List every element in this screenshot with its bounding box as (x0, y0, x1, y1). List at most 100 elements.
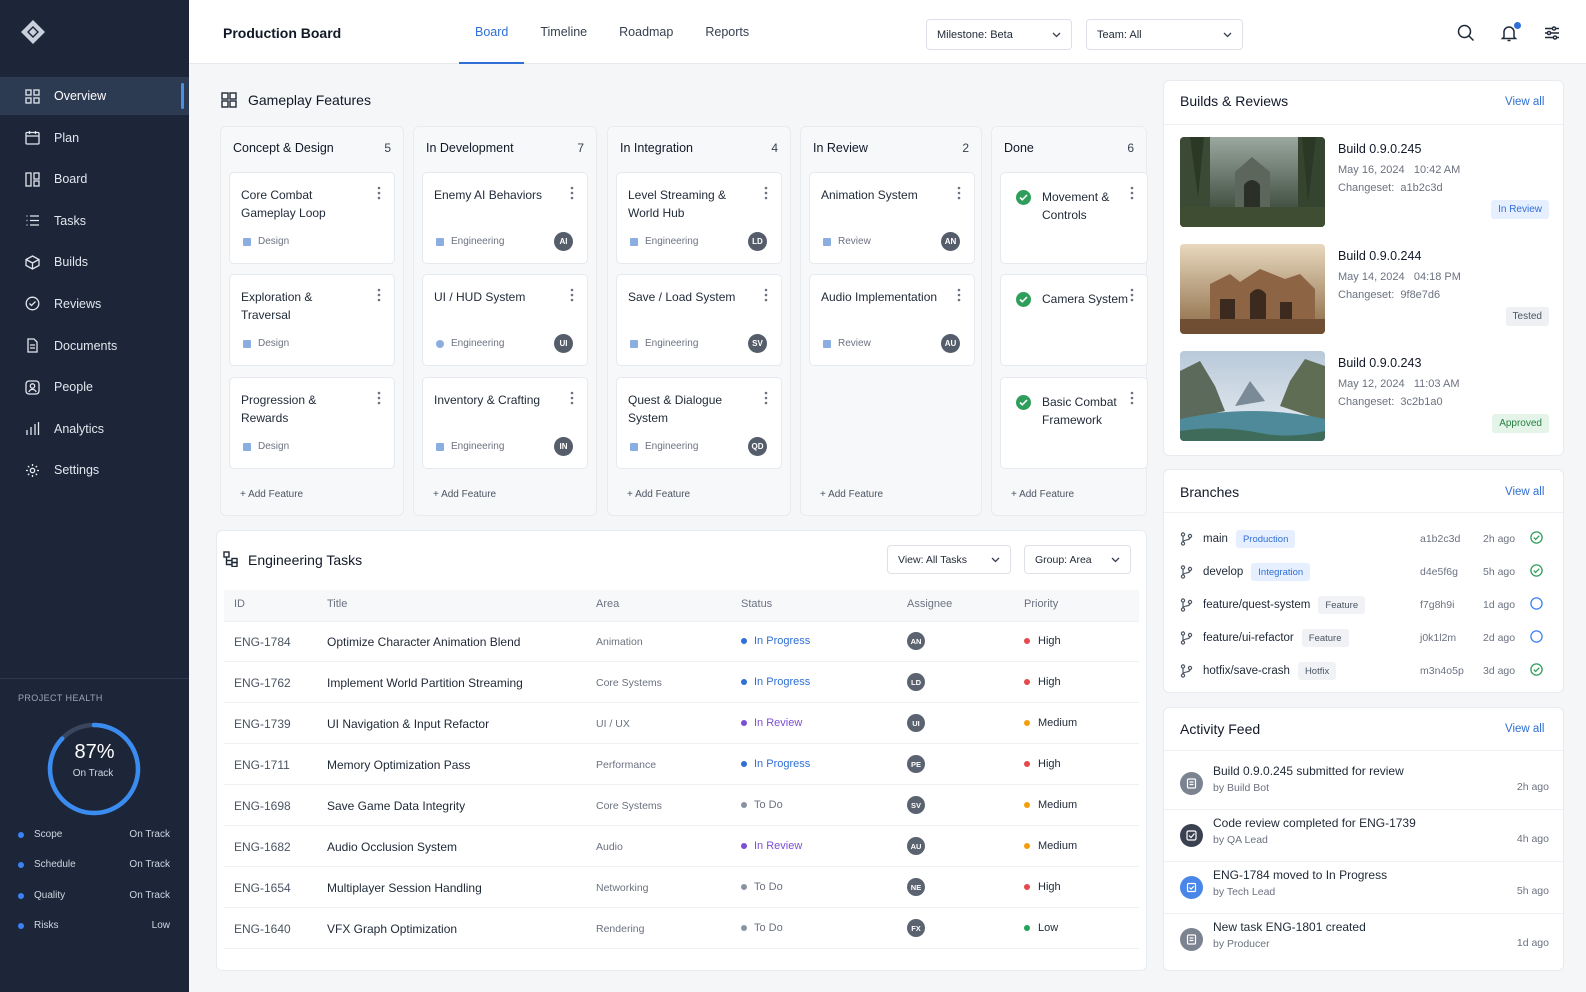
avatar[interactable]: IN (554, 437, 573, 456)
feature-card[interactable]: Core Combat Gameplay Loop Design (229, 172, 395, 264)
build-item[interactable]: Build 0.9.0.245 May 16, 2024 10:42 AM Ch… (1180, 137, 1549, 227)
more-vertical-icon[interactable] (957, 288, 961, 302)
more-vertical-icon[interactable] (957, 186, 961, 200)
add-feature-button[interactable]: + Add Feature (820, 489, 883, 500)
more-vertical-icon[interactable] (377, 186, 381, 200)
column-header[interactable]: Priority (1024, 598, 1058, 610)
feature-card[interactable]: Exploration & Traversal Design (229, 274, 395, 366)
avatar[interactable]: UI (554, 334, 573, 353)
feature-card[interactable]: Animation System Review AN (809, 172, 975, 264)
table-row[interactable]: ENG-1682 Audio Occlusion System Audio In Re… (224, 827, 1139, 867)
builds-view-all-link[interactable]: View all (1505, 96, 1544, 108)
feature-card[interactable]: Basic Combat Framework (1000, 377, 1148, 469)
table-row[interactable]: ENG-1784 Optimize Character Animation Ble… (224, 622, 1139, 662)
branch-item[interactable]: main Production a1b2c3d 2h ago (1180, 529, 1546, 549)
feature-card[interactable]: Enemy AI Behaviors Engineering AI (422, 172, 588, 264)
activity-item[interactable]: Build 0.9.0.245 submitted for review by B… (1180, 764, 1549, 810)
branch-item[interactable]: develop Integration d4e5f6g 5h ago (1180, 562, 1546, 582)
branch-item[interactable]: hotfix/save-crash Hotfix m3n4o5p 3d ago (1180, 661, 1546, 681)
tab-timeline[interactable]: Timeline (524, 0, 603, 64)
team-select[interactable]: Team: All (1086, 19, 1243, 50)
avatar[interactable]: LD (907, 673, 925, 691)
tab-board[interactable]: Board (459, 0, 525, 64)
add-feature-button[interactable]: + Add Feature (240, 489, 303, 500)
more-vertical-icon[interactable] (377, 391, 381, 405)
avatar[interactable]: AI (554, 232, 573, 251)
column-header[interactable]: Title (327, 598, 347, 610)
table-row[interactable]: ENG-1762 Implement World Partition Stream… (224, 663, 1139, 703)
feature-card[interactable]: UI / HUD System Engineering UI (422, 274, 588, 366)
sidebar-item-plan[interactable]: Plan (0, 119, 189, 157)
avatar[interactable]: SV (748, 334, 767, 353)
avatar[interactable]: AN (941, 232, 960, 251)
search-icon[interactable] (1457, 24, 1475, 42)
branch-item[interactable]: feature/ui-refactor Feature j0k1l2m 2d ago (1180, 628, 1546, 648)
sidebar-item-people[interactable]: People (0, 368, 189, 406)
avatar[interactable]: LD (748, 232, 767, 251)
view-select[interactable]: View: All Tasks (887, 545, 1011, 574)
table-row[interactable]: ENG-1640 VFX Graph Optimization Rendering T… (224, 909, 1139, 949)
sidebar-item-reviews[interactable]: Reviews (0, 285, 189, 323)
sidebar-item-overview[interactable]: Overview (0, 77, 189, 115)
tab-roadmap[interactable]: Roadmap (603, 0, 689, 64)
feature-card[interactable]: Progression & Rewards Design (229, 377, 395, 469)
sidebar-item-builds[interactable]: Builds (0, 243, 189, 281)
activity-item[interactable]: Code review completed for ENG-1739 by QA … (1180, 816, 1549, 862)
more-vertical-icon[interactable] (377, 288, 381, 302)
more-vertical-icon[interactable] (1130, 186, 1134, 200)
more-vertical-icon[interactable] (1130, 288, 1134, 302)
feature-card[interactable]: Level Streaming & World Hub Engineering … (616, 172, 782, 264)
avatar[interactable]: AU (907, 837, 925, 855)
more-vertical-icon[interactable] (1130, 391, 1134, 405)
add-feature-button[interactable]: + Add Feature (627, 489, 690, 500)
feature-card[interactable]: Save / Load System Engineering SV (616, 274, 782, 366)
activity-view-all-link[interactable]: View all (1505, 723, 1544, 735)
avatar[interactable]: NE (907, 878, 925, 896)
board-icon (221, 92, 237, 108)
sidebar-item-tasks[interactable]: Tasks (0, 202, 189, 240)
more-vertical-icon[interactable] (764, 186, 768, 200)
table-row[interactable]: ENG-1739 UI Navigation & Input Refactor UI… (224, 704, 1139, 744)
column-header[interactable]: Area (596, 598, 619, 610)
table-row[interactable]: ENG-1698 Save Game Data Integrity Core Sys… (224, 786, 1139, 826)
sidebar-item-settings[interactable]: Settings (0, 451, 189, 489)
column-header[interactable]: ID (234, 598, 245, 610)
feature-card[interactable]: Movement & Controls (1000, 172, 1148, 264)
feature-card[interactable]: Audio Implementation Review AU (809, 274, 975, 366)
sidebar-item-board[interactable]: Board (0, 160, 189, 198)
more-vertical-icon[interactable] (764, 391, 768, 405)
branch-item[interactable]: feature/quest-system Feature f7g8h9i 1d ago (1180, 595, 1546, 615)
sidebar-item-analytics[interactable]: Analytics (0, 410, 189, 448)
build-item[interactable]: Build 0.9.0.244 May 14, 2024 04:18 PM Ch… (1180, 244, 1549, 334)
avatar[interactable]: QD (748, 437, 767, 456)
avatar[interactable]: UI (907, 714, 925, 732)
build-item[interactable]: Build 0.9.0.243 May 12, 2024 11:03 AM Ch… (1180, 351, 1549, 441)
add-feature-button[interactable]: + Add Feature (1011, 489, 1074, 500)
avatar[interactable]: AU (941, 334, 960, 353)
more-vertical-icon[interactable] (570, 391, 574, 405)
more-vertical-icon[interactable] (570, 288, 574, 302)
branches-view-all-link[interactable]: View all (1505, 486, 1544, 498)
avatar[interactable]: AN (907, 632, 925, 650)
activity-item[interactable]: ENG-1784 moved to In Progress by Tech Lea… (1180, 868, 1549, 914)
avatar[interactable]: FX (907, 919, 925, 937)
sliders-icon[interactable] (1544, 25, 1560, 41)
feature-card[interactable]: Inventory & Crafting Engineering IN (422, 377, 588, 469)
sidebar-item-documents[interactable]: Documents (0, 327, 189, 365)
column-header[interactable]: Assignee (907, 598, 952, 610)
tab-reports[interactable]: Reports (689, 0, 765, 64)
milestone-select[interactable]: Milestone: Beta (926, 19, 1072, 50)
activity-item[interactable]: New task ENG-1801 created by Producer 1d a… (1180, 920, 1549, 966)
app-logo-icon[interactable] (20, 19, 46, 45)
avatar[interactable]: SV (907, 796, 925, 814)
avatar[interactable]: PE (907, 755, 925, 773)
more-vertical-icon[interactable] (570, 186, 574, 200)
group-select[interactable]: Group: Area (1024, 545, 1131, 574)
feature-card[interactable]: Quest & Dialogue System Engineering QD (616, 377, 782, 469)
table-row[interactable]: ENG-1711 Memory Optimization Pass Performa… (224, 745, 1139, 785)
table-row[interactable]: ENG-1654 Multiplayer Session Handling Netw… (224, 868, 1139, 908)
feature-card[interactable]: Camera System (1000, 274, 1148, 366)
column-header[interactable]: Status (741, 598, 772, 610)
add-feature-button[interactable]: + Add Feature (433, 489, 496, 500)
more-vertical-icon[interactable] (764, 288, 768, 302)
